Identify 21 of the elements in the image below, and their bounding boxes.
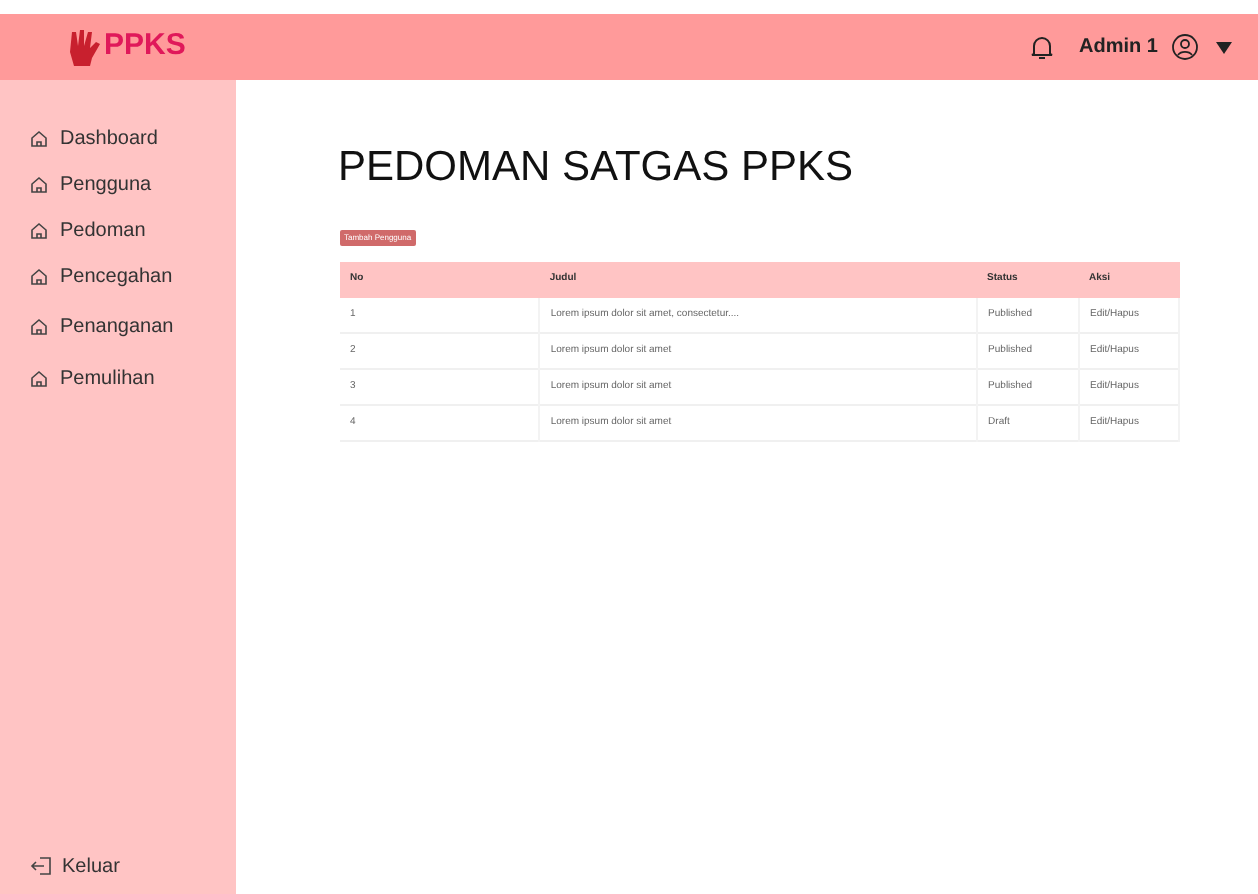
logo-text: PPKS: [104, 26, 186, 67]
dropdown-caret-icon[interactable]: [1216, 41, 1232, 53]
sidebar-item[interactable]: Pengguna: [30, 172, 206, 196]
sidebar-item[interactable]: Pedoman: [30, 218, 206, 242]
home-icon: [30, 129, 48, 147]
logout-icon: [30, 856, 52, 876]
home-icon: [30, 221, 48, 239]
home-icon: [30, 317, 48, 335]
home-icon: [30, 267, 48, 285]
user-name: Admin 1: [1079, 34, 1158, 62]
sidebar-item[interactable]: Dashboard: [30, 126, 206, 150]
notification-bell-icon[interactable]: [1029, 34, 1054, 60]
home-icon: [30, 175, 48, 193]
home-icon: [30, 369, 48, 387]
sidebar-item[interactable]: Pemulihan: [30, 366, 206, 390]
page-title: PEDOMAN SATGAS PPKS: [338, 142, 856, 194]
hand-logo-icon: [66, 27, 102, 67]
sidebar-item[interactable]: Penanganan: [30, 314, 206, 338]
logout-item[interactable]: Keluar: [30, 854, 206, 878]
sidebar-item[interactable]: Pencegahan: [30, 264, 206, 288]
user-avatar-icon[interactable]: [1172, 34, 1198, 60]
